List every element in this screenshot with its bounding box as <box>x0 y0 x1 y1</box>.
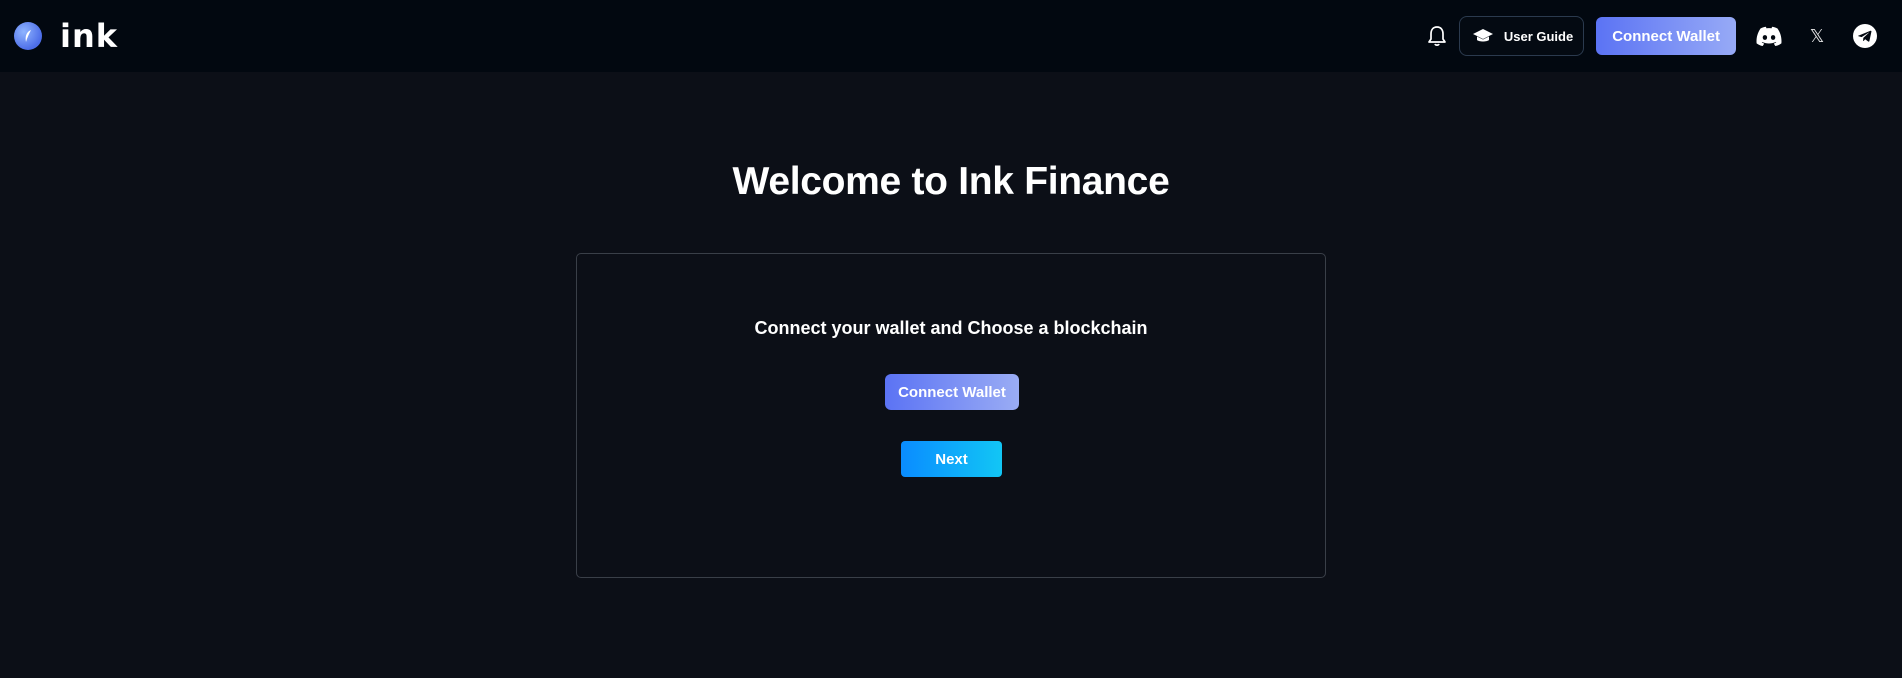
graduation-cap-icon <box>1472 25 1494 47</box>
next-button[interactable]: Next <box>901 441 1002 477</box>
discord-icon[interactable] <box>1756 23 1782 49</box>
header-actions: User Guide Connect Wallet 𝕏 <box>1425 16 1888 56</box>
wallet-setup-card: Connect your wallet and Choose a blockch… <box>576 253 1326 578</box>
top-nav-bar: ink User Guide Connect Wallet 𝕏 <box>0 0 1902 72</box>
user-guide-label: User Guide <box>1503 28 1574 44</box>
connect-wallet-button[interactable]: Connect Wallet <box>1596 17 1736 55</box>
social-links: 𝕏 <box>1756 23 1878 49</box>
x-icon[interactable]: 𝕏 <box>1804 23 1830 49</box>
bell-icon[interactable] <box>1425 23 1449 49</box>
card-instructions: Connect your wallet and Choose a blockch… <box>754 318 1148 338</box>
page-title: Welcome to Ink Finance <box>732 160 1170 203</box>
ink-logo-icon <box>14 22 42 50</box>
brand-wordmark: ink <box>60 17 119 55</box>
brand-logo[interactable]: ink <box>14 20 118 52</box>
telegram-icon[interactable] <box>1852 23 1878 49</box>
user-guide-button[interactable]: User Guide <box>1458 16 1585 56</box>
card-connect-wallet-button[interactable]: Connect Wallet <box>885 374 1019 410</box>
